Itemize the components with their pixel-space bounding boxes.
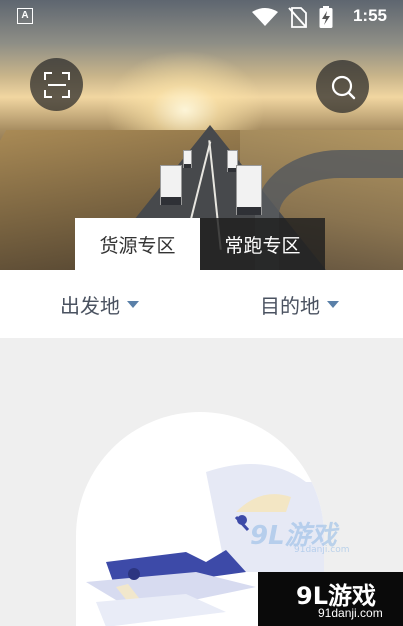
scan-button[interactable] <box>30 58 83 111</box>
brand-url: 91danji.com <box>318 606 383 620</box>
truck <box>236 165 262 215</box>
status-time: 1:55 <box>352 6 387 25</box>
destination-filter[interactable]: 目的地 <box>260 290 339 319</box>
caret-down-icon <box>127 301 139 308</box>
filter-bar: 出发地 目的地 <box>0 270 403 338</box>
zone-tabs: 货源专区 常跑专区 <box>75 218 325 270</box>
hero-banner: A 1:55 货源专区 常跑专区 <box>0 0 403 270</box>
watermark: 9L游戏 91danji.com <box>250 515 349 561</box>
truck <box>183 150 192 168</box>
no-sim-icon <box>288 7 307 28</box>
scan-icon <box>43 71 70 98</box>
origin-filter[interactable]: 出发地 <box>60 290 139 319</box>
search-icon <box>331 75 355 99</box>
wifi-icon <box>252 8 278 26</box>
caret-down-icon <box>327 301 339 308</box>
search-button[interactable] <box>316 60 369 113</box>
truck <box>160 165 182 205</box>
carrier-badge: A <box>17 8 33 24</box>
tab-cargo-source[interactable]: 货源专区 <box>75 218 200 270</box>
tab-regular-routes[interactable]: 常跑专区 <box>200 218 325 270</box>
destination-filter-label: 目的地 <box>260 294 320 318</box>
brand-badge: 9L游戏 91danji.com <box>258 572 403 626</box>
origin-filter-label: 出发地 <box>60 294 120 318</box>
watermark-url: 91danji.com <box>294 545 350 555</box>
battery-charging-icon <box>319 6 333 28</box>
status-bar: A 1:55 <box>0 0 403 34</box>
